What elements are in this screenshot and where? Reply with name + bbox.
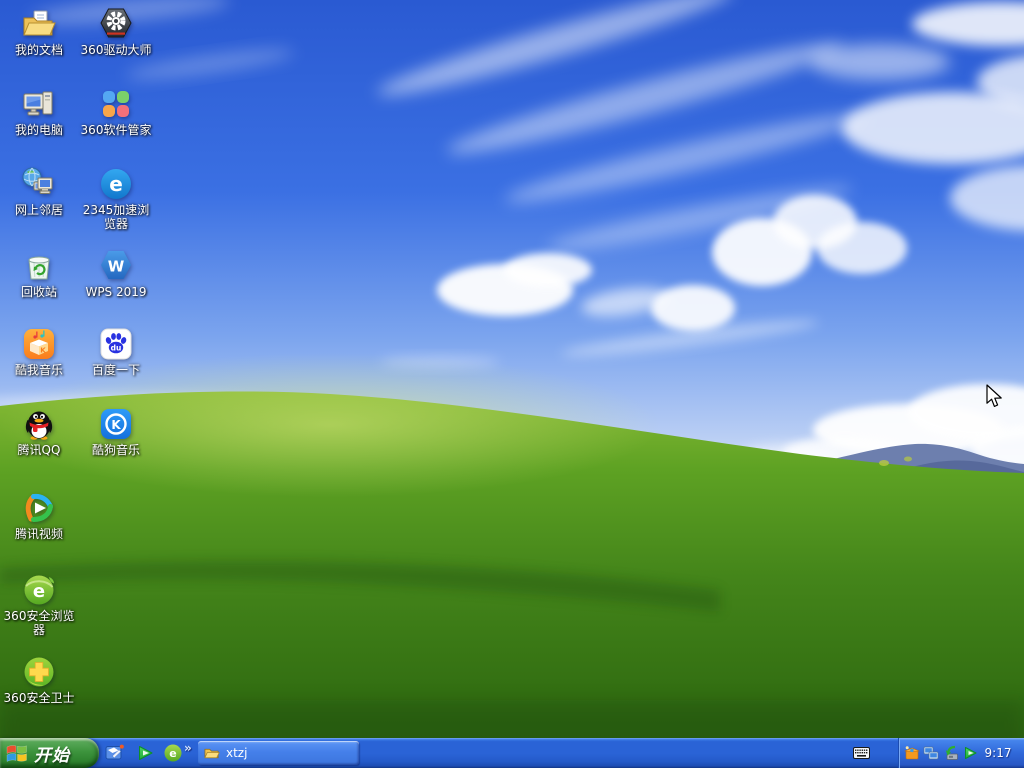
- svg-text:du: du: [111, 344, 122, 353]
- desktop-icon-kuwo-music[interactable]: K 酷我音乐: [1, 326, 77, 378]
- recycle-bin-icon: [21, 248, 57, 284]
- desktop-icon-360-software-manager[interactable]: 360软件管家: [78, 86, 154, 138]
- desktop-icon-tencent-video[interactable]: 腾讯视频: [1, 490, 77, 542]
- baidu-icon: du: [98, 326, 134, 362]
- tray-network-status-icon[interactable]: [923, 745, 939, 761]
- folder-icon: [204, 748, 220, 759]
- desktop-icon-label: 360驱动大师: [80, 43, 152, 57]
- 360-secure-browser-icon: e: [21, 572, 57, 608]
- desktop-icon-2345-browser[interactable]: e 2345加速浏览器: [78, 166, 154, 232]
- windows-xp-desktop[interactable]: 我的文档 360驱动大师 我的电脑 360软件管家 网上邻居 e 2345加速浏…: [0, 0, 1024, 768]
- desktop-icon-label: 酷我音乐: [14, 363, 63, 377]
- desktop-icon-360-secure-browser[interactable]: e 360安全浏览器: [1, 572, 77, 638]
- desktop-icon-label: 网上邻居: [14, 203, 63, 217]
- show-desktop-icon: [105, 744, 124, 760]
- desktop-icon-label: 我的电脑: [14, 123, 63, 137]
- desktop-icon-label: 腾讯QQ: [17, 443, 61, 457]
- start-button-label: 开始: [34, 745, 70, 766]
- svg-text:e: e: [169, 747, 176, 760]
- svg-text:W: W: [108, 258, 125, 276]
- taskbar: 开始 e » xtzj 9:17: [0, 738, 1024, 768]
- tray-360-software-box-icon[interactable]: [904, 745, 920, 761]
- 360-driver-master-icon: [98, 6, 134, 42]
- 360-security-guard-icon: [21, 654, 57, 690]
- desktop-icon-label: WPS 2019: [85, 285, 147, 299]
- tray-safely-remove-hardware-icon[interactable]: [943, 745, 959, 761]
- tencent-video-icon: [21, 490, 57, 526]
- my-computer-icon: [21, 86, 57, 122]
- desktop-icon-label: 我的文档: [14, 43, 63, 57]
- desktop-icon-my-computer[interactable]: 我的电脑: [1, 86, 77, 138]
- network-places-icon: [21, 166, 57, 202]
- wps-2019-icon: W: [98, 248, 134, 284]
- quick-launch-bar: e »: [103, 738, 197, 768]
- kuwo-music-icon: K: [21, 326, 57, 362]
- desktop-icon-baidu[interactable]: du 百度一下: [78, 326, 154, 378]
- quick-launch-overflow-chevron[interactable]: »: [184, 741, 192, 755]
- media-play-icon: [139, 746, 153, 760]
- task-button-xtzj[interactable]: xtzj: [198, 741, 359, 765]
- desktop-icon-network-places[interactable]: 网上邻居: [1, 166, 77, 218]
- svg-text:e: e: [109, 172, 123, 196]
- windows-logo-icon: [6, 745, 27, 762]
- desktop-icon-label: 酷狗音乐: [91, 443, 140, 457]
- 360-secure-browser-icon: e: [164, 744, 182, 762]
- quick-launch-360-browser-button[interactable]: e: [163, 743, 183, 763]
- desktop-icon-label: 百度一下: [91, 363, 140, 377]
- taskbar-clock[interactable]: 9:17: [975, 738, 1021, 768]
- svg-text:K: K: [111, 418, 121, 432]
- svg-text:K: K: [40, 347, 46, 355]
- task-button-label: xtzj: [226, 746, 248, 760]
- start-button[interactable]: 开始: [0, 738, 99, 768]
- desktop-icon-360-driver-master[interactable]: 360驱动大师: [78, 6, 154, 58]
- show-desktop-button[interactable]: [105, 743, 125, 763]
- desktop-icon-label: 360安全浏览器: [3, 609, 75, 637]
- desktop-icon-label: 360软件管家: [80, 123, 152, 137]
- desktop-icon-label: 回收站: [20, 285, 57, 299]
- desktop-icon-label: 2345加速浏览器: [82, 203, 150, 231]
- desktop-icon-label: 腾讯视频: [14, 527, 63, 541]
- system-tray: 9:17: [898, 738, 1024, 768]
- 360-software-manager-icon: [98, 86, 134, 122]
- desktop-icon-tencent-qq[interactable]: 腾讯QQ: [1, 406, 77, 458]
- my-documents-icon: [21, 6, 57, 42]
- svg-text:e: e: [33, 581, 45, 602]
- desktop-icon-recycle-bin[interactable]: 回收站: [1, 248, 77, 300]
- desktop-icon-label: 360安全卫士: [3, 691, 75, 705]
- desktop-icon-my-documents[interactable]: 我的文档: [1, 6, 77, 58]
- quick-launch-media-play-button[interactable]: [135, 743, 155, 763]
- desktop-icon-360-security-guard[interactable]: 360安全卫士: [1, 654, 77, 706]
- input-method-keyboard-icon[interactable]: [853, 747, 870, 759]
- desktop-icon-kugou-music[interactable]: K 酷狗音乐: [78, 406, 154, 458]
- desktop-icon-wps-2019[interactable]: W WPS 2019: [78, 248, 154, 300]
- 2345-browser-icon: e: [98, 166, 134, 202]
- kugou-music-icon: K: [98, 406, 134, 442]
- tencent-qq-icon: [21, 406, 57, 442]
